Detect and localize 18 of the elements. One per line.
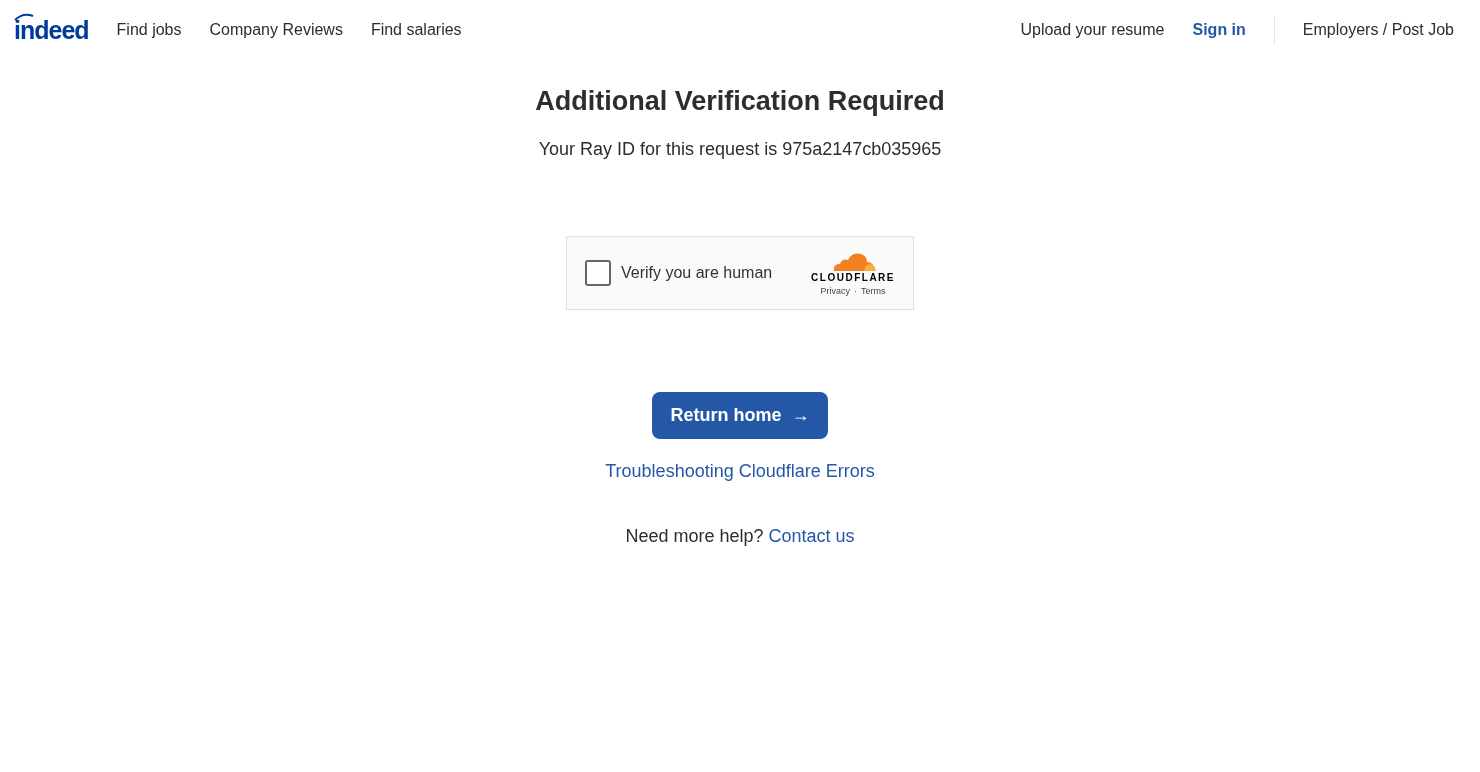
nav-link[interactable]: Find salaries <box>356 21 476 39</box>
nav-link[interactable]: Find jobs <box>102 21 196 39</box>
checkbox-label: Verify you are human <box>621 264 774 282</box>
sign-in-link[interactable]: Sign in <box>1178 21 1260 39</box>
help-text: Need more help? Contact us <box>625 526 855 547</box>
employers-link[interactable]: Employers / Post Job <box>1288 21 1468 39</box>
nav-link[interactable]: Company Reviews <box>195 21 357 39</box>
ray-id-text: Your Ray ID for this request is 975a2147cb035965 <box>538 139 942 160</box>
troubleshooting-link[interactable]: Troubleshooting Cloudflare Errors <box>605 461 875 482</box>
page-title: Additional Verification Required <box>535 86 945 117</box>
checkbox[interactable] <box>585 260 611 286</box>
return-home-button[interactable]: Return home → <box>652 392 828 439</box>
contact-link[interactable]: Contact us <box>768 526 855 546</box>
privacy-link[interactable]: Privacy <box>820 285 851 296</box>
upload-resume-link[interactable]: Upload your resume <box>1006 21 1179 39</box>
terms-link[interactable]: Terms <box>861 285 886 296</box>
cloudflare-wordmark: CLOUDFLARE <box>811 271 895 283</box>
separator-dot: · <box>854 285 858 296</box>
